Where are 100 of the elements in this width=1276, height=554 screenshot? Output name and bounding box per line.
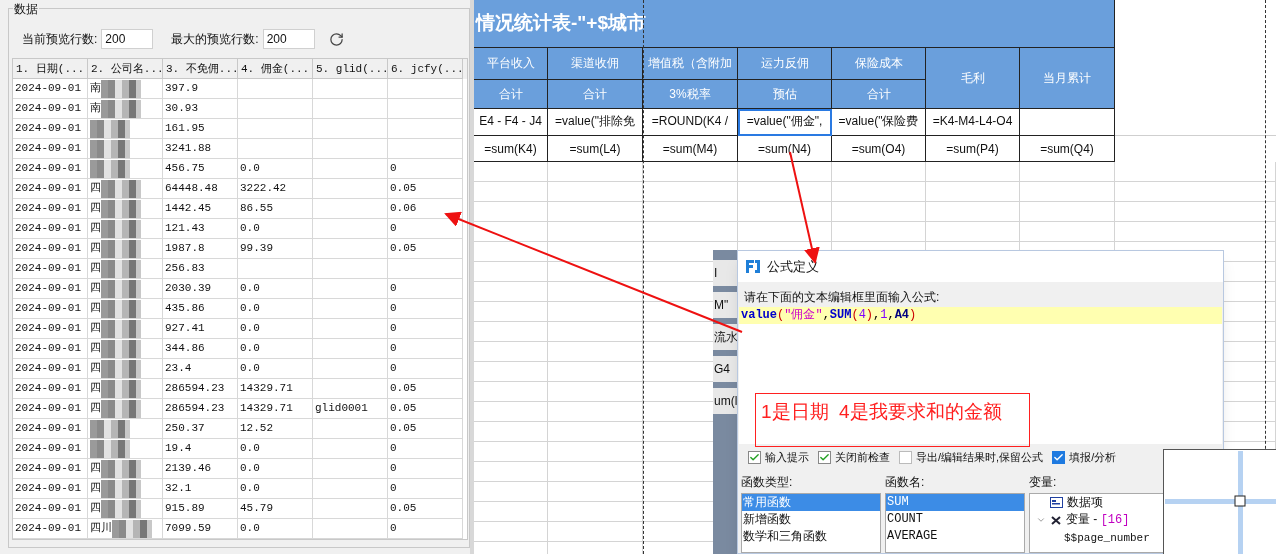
formula-cell[interactable]: =K4-M4-L4-O4 xyxy=(926,109,1020,136)
column-header[interactable]: 4. 佣金(... xyxy=(238,59,313,79)
cell-text: 南 xyxy=(90,101,101,116)
cell-text: 2024-09-01 xyxy=(15,341,81,356)
formula-cell[interactable]: =value("排除免 xyxy=(548,109,643,136)
checkbox[interactable] xyxy=(899,451,912,465)
cell-text: 四 xyxy=(90,201,101,216)
caret-icon[interactable] xyxy=(1036,515,1046,525)
cell-text: 0.0 xyxy=(240,341,260,356)
cell-text: 12.52 xyxy=(240,421,273,436)
tree-item[interactable]: $$page_number xyxy=(1064,532,1150,544)
cell-text: 2024-09-01 xyxy=(15,101,81,116)
cell-text: 2024-09-01 xyxy=(15,521,81,536)
cell-text: 30.93 xyxy=(165,101,198,116)
cell-text: 0 xyxy=(390,281,397,296)
cell-text: 2024-09-01 xyxy=(15,141,81,156)
cell-text: 250.37 xyxy=(165,421,205,436)
cell-text: 344.86 xyxy=(165,341,205,356)
formula-editor[interactable]: value("佣金",SUM(4),1,A4) 1是日期 4是我要求和的金额 xyxy=(739,306,1222,445)
cell-text: 2024-09-01 xyxy=(15,441,81,456)
formula-cell[interactable]: =sum(M4) xyxy=(643,136,738,162)
list-item[interactable]: COUNT xyxy=(886,511,1024,528)
cell-text: 1987.8 xyxy=(165,241,205,256)
cell-text: 0.05 xyxy=(390,381,417,396)
max-rows-field[interactable]: 200 xyxy=(262,29,315,49)
cell-text: 2024-09-01 xyxy=(15,321,81,336)
cell-text: 四 xyxy=(90,261,101,276)
cell-text: 0.0 xyxy=(240,301,260,316)
prompt-text: 请在下面的文本编辑框里面输入公式: xyxy=(744,289,940,304)
cell-text: 2024-09-01 xyxy=(15,501,81,516)
table-icon xyxy=(1050,497,1063,508)
cell-text: 四 xyxy=(90,381,101,396)
window-label: M" xyxy=(713,292,739,318)
formula-cell[interactable]: =ROUND(K4 / xyxy=(643,109,738,136)
formula-cell[interactable]: =value("佣金", xyxy=(738,109,832,136)
checkbox[interactable] xyxy=(1052,451,1066,465)
formula-cell[interactable]: =value("保险费 xyxy=(832,109,926,136)
cell-text: 2024-09-01 xyxy=(15,481,81,496)
formula-cell[interactable]: =sum(K4) xyxy=(474,136,548,162)
cell-text: 0 xyxy=(390,361,397,376)
cell-text: 0.0 xyxy=(240,281,260,296)
checkbox[interactable] xyxy=(818,451,831,465)
formula-cell[interactable]: E4 - F4 - J4 xyxy=(474,109,548,136)
cell-text: 四 xyxy=(90,281,101,296)
window-label: I xyxy=(713,260,739,286)
cell-text: 0.0 xyxy=(240,161,260,176)
cell-text: 286594.23 xyxy=(165,401,225,416)
cell-text: 四 xyxy=(90,321,101,336)
column-header[interactable]: 6. jcfy(... xyxy=(388,59,463,79)
cell-text: 0.05 xyxy=(390,501,417,516)
column-header[interactable]: 5. glid(... xyxy=(313,59,388,79)
cell-text: 915.89 xyxy=(165,501,205,516)
formula-cell[interactable]: =sum(L4) xyxy=(548,136,643,162)
cell-text: 7099.59 xyxy=(165,521,212,536)
column-header[interactable]: 2. 公司名... xyxy=(88,59,163,79)
tree-item[interactable]: 数据项 xyxy=(1067,494,1103,511)
checkbox-label: 输入提示 xyxy=(765,450,809,466)
cell-text: 2139.46 xyxy=(165,461,212,476)
cell-text: 0 xyxy=(390,221,397,236)
app-logo-icon xyxy=(745,258,761,275)
checkbox-label: 关闭前检查 xyxy=(835,450,890,466)
formula-cell[interactable]: =sum(O4) xyxy=(832,136,926,162)
cell-text: 64448.48 xyxy=(165,181,218,196)
formula-cell[interactable]: =sum(P4) xyxy=(926,136,1020,162)
cell-text: 2024-09-01 xyxy=(15,201,81,216)
cell-text: 397.9 xyxy=(165,81,198,96)
tree-item[interactable]: 变量 - [16] xyxy=(1066,511,1130,529)
cell-text: 0.0 xyxy=(240,521,260,536)
cell-text: 四 xyxy=(90,401,101,416)
column-header[interactable]: 3. 不免佣... xyxy=(163,59,238,79)
formula-cell[interactable]: =sum(Q4) xyxy=(1020,136,1115,162)
cell-text: 四 xyxy=(90,221,101,236)
dialog-title: 公式定义 xyxy=(767,257,819,276)
cell-text: 四 xyxy=(90,461,101,476)
cell-text: 0 xyxy=(390,481,397,496)
cell-text: 456.75 xyxy=(165,161,205,176)
cell-text: 0.0 xyxy=(240,461,260,476)
list-item[interactable]: 数学和三角函数 xyxy=(742,528,880,545)
cell-text: 0.0 xyxy=(240,441,260,456)
cell-text: 四 xyxy=(90,301,101,316)
cell-text: 0 xyxy=(390,441,397,456)
cell-text: 四 xyxy=(90,181,101,196)
column-header[interactable]: 1. 日期(... xyxy=(13,59,88,79)
cell-text: 121.43 xyxy=(165,221,205,236)
cell-text: 2024-09-01 xyxy=(15,421,81,436)
cell-text: 2024-09-01 xyxy=(15,281,81,296)
refresh-icon[interactable] xyxy=(328,31,344,47)
current-rows-field[interactable]: 200 xyxy=(101,29,154,49)
cell-text: 0.05 xyxy=(390,241,417,256)
cell-text: 0.0 xyxy=(240,481,260,496)
formula-cell[interactable] xyxy=(1020,109,1115,136)
cell-text: 19.4 xyxy=(165,441,192,456)
cell-text: 0 xyxy=(390,301,397,316)
cell-text: glid0001 xyxy=(315,401,368,416)
list-item[interactable]: 新增函数 xyxy=(742,511,880,528)
list-item[interactable]: AVERAGE xyxy=(886,528,1024,545)
cell-text: 2024-09-01 xyxy=(15,401,81,416)
cell-text: 86.55 xyxy=(240,201,273,216)
formula-cell[interactable]: =sum(N4) xyxy=(738,136,832,162)
checkbox[interactable] xyxy=(748,451,761,465)
